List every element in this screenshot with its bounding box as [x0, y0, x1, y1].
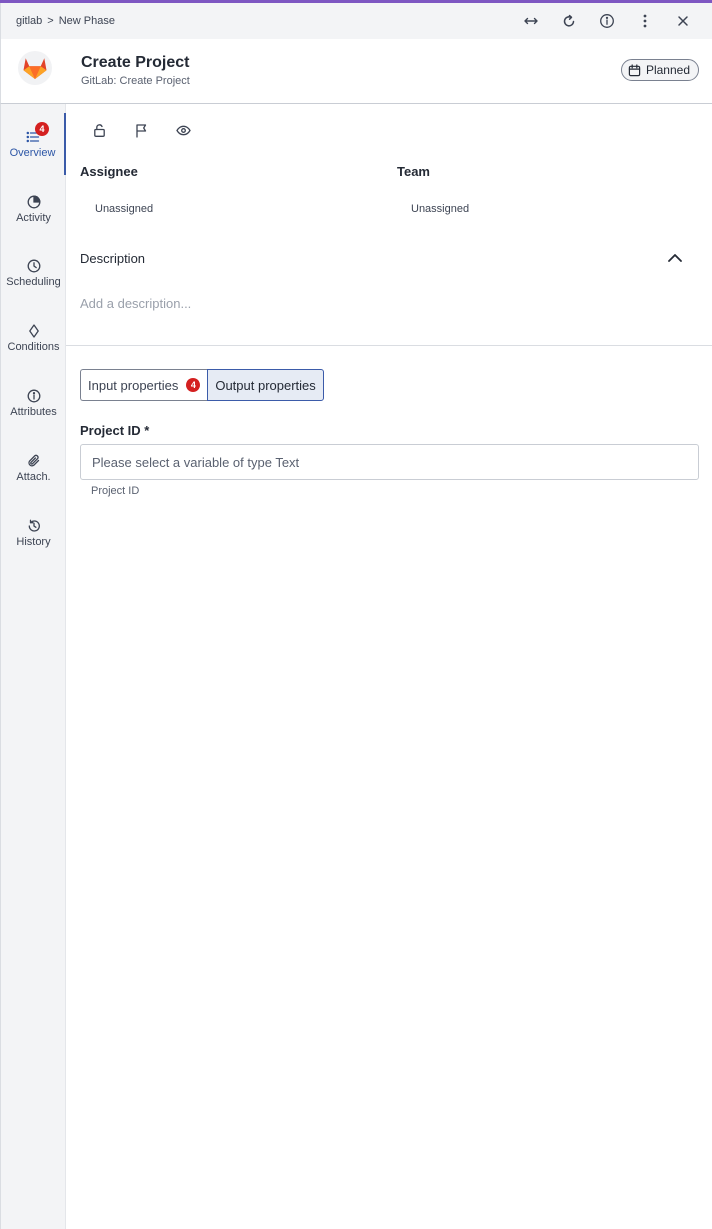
flag-button[interactable]: [128, 118, 154, 142]
sidebar-item-label: History: [16, 535, 51, 548]
gitlab-logo: [18, 51, 52, 85]
sidebar-item-attributes[interactable]: Attributes: [1, 372, 66, 434]
history-icon: [28, 519, 40, 532]
lock-toggle-button[interactable]: [86, 118, 112, 142]
calendar-icon: [628, 63, 641, 76]
sidebar-item-conditions[interactable]: Conditions: [1, 307, 66, 369]
breadcrumb-separator: >: [47, 15, 54, 27]
tab-label: Input properties: [88, 377, 179, 393]
refresh-button[interactable]: [550, 3, 588, 39]
description-collapse-button[interactable]: [666, 249, 684, 267]
more-options-button[interactable]: [626, 3, 664, 39]
sidebar-item-activity[interactable]: Activity: [1, 178, 66, 240]
sidebar-item-label: Scheduling: [6, 275, 61, 288]
properties-tabs: Input properties 4 Output properties: [80, 369, 324, 401]
status-badge[interactable]: Planned: [620, 59, 699, 81]
diamond-icon: [28, 323, 39, 338]
chevron-up-icon: [668, 254, 682, 262]
assignee-selector[interactable]: Unassigned: [95, 203, 153, 215]
activity-pie-icon: [27, 195, 40, 208]
team-label: Team: [397, 164, 430, 179]
close-icon: [678, 16, 688, 26]
team-selector[interactable]: Unassigned: [411, 203, 469, 215]
close-button[interactable]: [664, 3, 702, 39]
breadcrumb-root[interactable]: gitlab: [16, 15, 42, 27]
overview-count-badge: 4: [35, 122, 49, 136]
breadcrumb-current: New Phase: [58, 15, 115, 27]
project-id-hint: Project ID: [91, 485, 140, 497]
gitlab-fox-icon: [23, 58, 47, 79]
expand-button[interactable]: [512, 3, 550, 39]
sidebar-item-label: Conditions: [7, 340, 60, 353]
flag-icon: [135, 123, 146, 138]
sidebar-item-attachments[interactable]: Attach.: [1, 437, 66, 499]
sidebar-item-label: Overview: [9, 146, 56, 159]
watch-button[interactable]: [170, 118, 196, 142]
sidebar: Overview 4 Activity Scheduling Condition…: [0, 104, 66, 1229]
sidebar-item-scheduling[interactable]: Scheduling: [1, 242, 66, 304]
unlock-icon: [93, 123, 105, 137]
breadcrumb: gitlab > New Phase: [16, 15, 115, 27]
clock-icon: [27, 259, 40, 272]
sidebar-item-label: Attach.: [16, 470, 51, 483]
paperclip-icon: [27, 454, 39, 466]
sidebar-item-history[interactable]: History: [1, 502, 66, 564]
sidebar-item-overview[interactable]: Overview 4: [1, 113, 66, 175]
topbar-actions: [512, 3, 702, 39]
project-id-label: Project ID *: [80, 423, 150, 438]
page-subtitle: GitLab: Create Project: [81, 75, 190, 87]
info-icon: [27, 389, 40, 402]
assignee-label: Assignee: [80, 164, 138, 179]
sidebar-item-label: Activity: [16, 211, 51, 224]
info-button[interactable]: [588, 3, 626, 39]
input-properties-count-badge: 4: [186, 378, 201, 392]
top-bar: gitlab > New Phase: [0, 3, 712, 39]
tab-label: Output properties: [215, 377, 316, 393]
task-icon-toolbar: [86, 118, 196, 142]
page-title: Create Project: [81, 54, 190, 71]
info-icon: [600, 14, 614, 28]
more-vertical-icon: [643, 14, 647, 28]
status-label: Planned: [645, 63, 690, 77]
main-panel: Assignee Unassigned Team Unassigned Desc…: [66, 104, 712, 1229]
eye-icon: [175, 125, 191, 135]
section-divider: [66, 345, 712, 346]
project-id-input[interactable]: [80, 444, 699, 480]
sidebar-item-label: Attributes: [10, 405, 57, 418]
description-label: Description: [80, 251, 146, 266]
refresh-icon: [563, 14, 575, 27]
tab-output-properties[interactable]: Output properties: [207, 369, 324, 401]
description-input[interactable]: Add a description...: [80, 296, 191, 311]
task-header: Create Project GitLab: Create Project Pl…: [0, 39, 712, 104]
tab-input-properties[interactable]: Input properties 4: [80, 369, 208, 401]
expand-horizontal-icon: [524, 17, 538, 25]
